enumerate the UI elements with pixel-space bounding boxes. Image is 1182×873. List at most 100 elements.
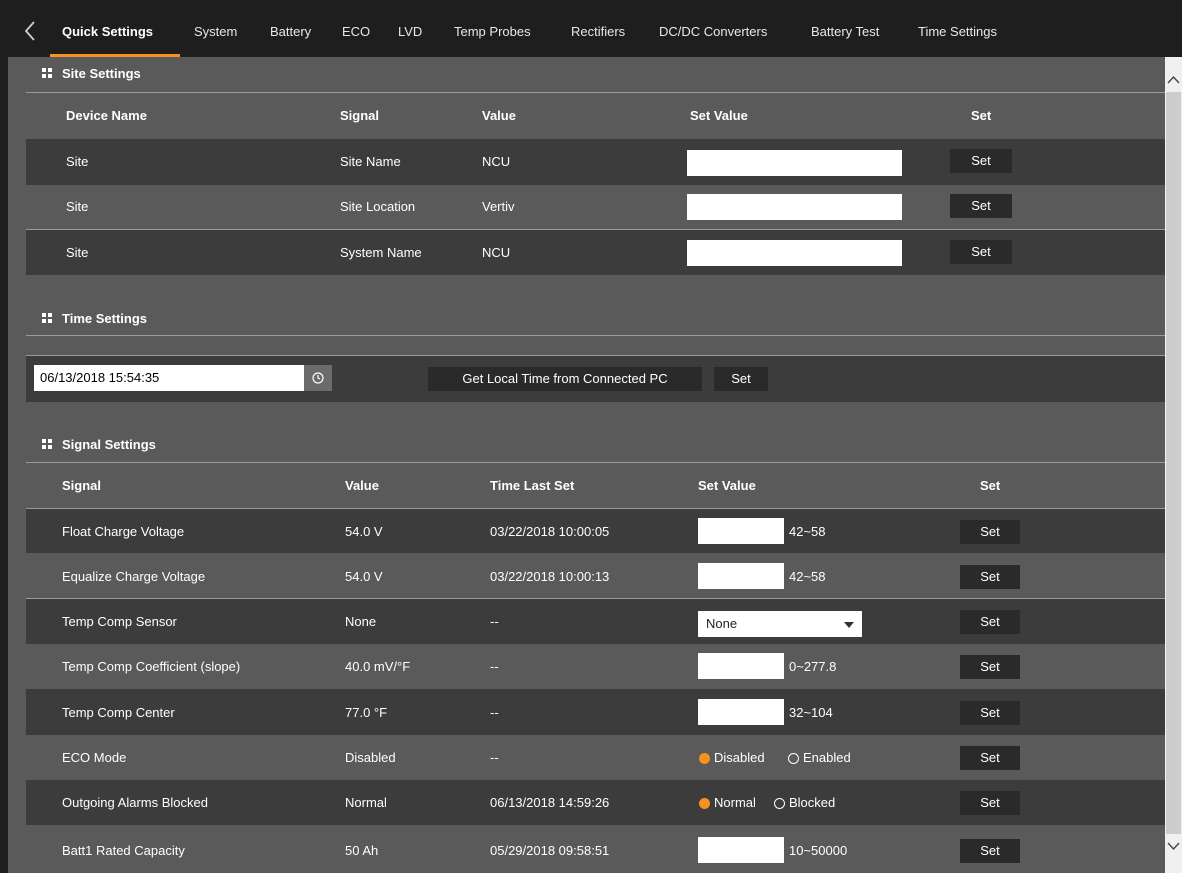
tab-temp-probes[interactable]: Temp Probes <box>454 24 531 39</box>
time-cell: -- <box>490 705 499 720</box>
tab-time-settings[interactable]: Time Settings <box>918 24 997 39</box>
tab-system[interactable]: System <box>194 24 237 39</box>
temp-comp-center-input[interactable] <box>698 699 784 725</box>
col-header-time-last-set: Time Last Set <box>490 478 575 493</box>
col-header-signal: Signal <box>62 478 102 493</box>
tab-battery-test[interactable]: Battery Test <box>811 24 879 39</box>
get-local-time-button[interactable]: Get Local Time from Connected PC <box>428 367 702 391</box>
datetime-input[interactable]: 06/13/2018 15:54:35 <box>34 365 304 391</box>
set-button[interactable]: Set <box>960 655 1020 679</box>
col-header-value: Value <box>482 108 516 123</box>
tab-eco[interactable]: ECO <box>342 24 370 39</box>
divider <box>26 92 1165 93</box>
top-tab-bar: Quick Settings System Battery ECO LVD Te… <box>0 0 1182 57</box>
radio-label: Disabled <box>714 750 765 765</box>
batt1-rated-capacity-input[interactable] <box>698 837 784 863</box>
set-button[interactable]: Set <box>960 791 1020 815</box>
time-set-button[interactable]: Set <box>714 367 768 391</box>
radio-disabled[interactable] <box>699 753 710 764</box>
radio-blocked[interactable] <box>774 798 785 809</box>
set-button[interactable]: Set <box>960 565 1020 589</box>
site-name-input[interactable] <box>687 150 902 176</box>
signal-cell: Float Charge Voltage <box>62 524 185 539</box>
value-cell: 50 Ah <box>345 843 379 858</box>
time-cell: 03/22/2018 10:00:13 <box>490 569 610 584</box>
value-cell: 54.0 V <box>345 569 383 584</box>
col-header-value: Value <box>345 478 379 493</box>
scrollbar-thumb[interactable] <box>1166 92 1181 834</box>
signal-cell: Temp Comp Center <box>62 705 175 720</box>
device-name-cell: Site <box>66 154 89 169</box>
equalize-charge-voltage-input[interactable] <box>698 563 784 589</box>
scroll-up-icon[interactable] <box>1165 70 1182 90</box>
set-button[interactable]: Set <box>950 149 1012 173</box>
value-cell: None <box>345 614 377 629</box>
set-button[interactable]: Set <box>960 520 1020 544</box>
time-cell: 06/13/2018 14:59:26 <box>490 795 610 810</box>
signal-cell: Batt1 Rated Capacity <box>62 843 185 858</box>
col-header-signal: Signal <box>340 108 380 123</box>
site-settings-title: Site Settings <box>62 66 141 81</box>
set-button[interactable]: Set <box>960 610 1020 634</box>
range-label: 32~104 <box>789 705 833 720</box>
set-button[interactable]: Set <box>950 194 1012 218</box>
grid-icon <box>42 439 53 450</box>
left-border <box>0 57 8 873</box>
value-cell: Disabled <box>345 750 396 765</box>
signal-cell: System Name <box>340 245 422 260</box>
signal-cell: Temp Comp Coefficient (slope) <box>62 659 241 674</box>
site-location-input[interactable] <box>687 194 902 220</box>
temp-comp-sensor-select[interactable]: None <box>698 611 862 637</box>
active-tab-underline <box>50 54 180 57</box>
col-header-set: Set <box>971 108 992 123</box>
back-chevron-icon[interactable] <box>22 20 38 42</box>
radio-normal[interactable] <box>699 798 710 809</box>
grid-icon <box>42 68 53 79</box>
value-cell: NCU <box>482 154 511 169</box>
radio-label: Enabled <box>803 750 851 765</box>
set-button[interactable]: Set <box>950 240 1012 264</box>
signal-cell: ECO Mode <box>62 750 127 765</box>
signal-settings-title: Signal Settings <box>62 437 156 452</box>
divider <box>26 229 1165 230</box>
divider <box>26 598 1165 599</box>
tab-battery[interactable]: Battery <box>270 24 311 39</box>
divider <box>26 335 1165 336</box>
set-button[interactable]: Set <box>960 746 1020 770</box>
float-charge-voltage-input[interactable] <box>698 518 784 544</box>
dropdown-arrow-icon <box>844 622 854 628</box>
tab-quick-settings[interactable]: Quick Settings <box>62 24 153 39</box>
clock-button[interactable] <box>304 365 332 391</box>
value-cell: 40.0 mV/°F <box>345 659 411 674</box>
divider <box>26 462 1165 463</box>
signal-cell: Equalize Charge Voltage <box>62 569 206 584</box>
signal-cell: Temp Comp Sensor <box>62 614 177 629</box>
value-cell: 77.0 °F <box>345 705 388 720</box>
temp-comp-coefficient-input[interactable] <box>698 653 784 679</box>
radio-label: Blocked <box>789 795 836 810</box>
clock-icon <box>312 372 324 384</box>
tab-rectifiers[interactable]: Rectifiers <box>571 24 625 39</box>
radio-label: Normal <box>714 795 756 810</box>
radio-enabled[interactable] <box>788 753 799 764</box>
set-button[interactable]: Set <box>960 839 1020 863</box>
value-cell: Normal <box>345 795 387 810</box>
device-name-cell: Site <box>66 245 89 260</box>
time-cell: -- <box>490 750 499 765</box>
time-cell: -- <box>490 614 499 629</box>
system-name-input[interactable] <box>687 240 902 266</box>
tab-dcdc-converters[interactable]: DC/DC Converters <box>659 24 767 39</box>
col-header-set-value: Set Value <box>690 108 748 123</box>
value-cell: 54.0 V <box>345 524 383 539</box>
signal-cell: Site Name <box>340 154 401 169</box>
time-cell: -- <box>490 659 499 674</box>
tab-lvd[interactable]: LVD <box>398 24 422 39</box>
time-cell: 05/29/2018 09:58:51 <box>490 843 610 858</box>
range-label: 42~58 <box>789 569 826 584</box>
scroll-down-icon[interactable] <box>1165 836 1182 856</box>
range-label: 0~277.8 <box>789 659 837 674</box>
device-name-cell: Site <box>66 199 89 214</box>
col-header-set-value: Set Value <box>698 478 756 493</box>
set-button[interactable]: Set <box>960 701 1020 725</box>
signal-cell: Outgoing Alarms Blocked <box>62 795 208 810</box>
